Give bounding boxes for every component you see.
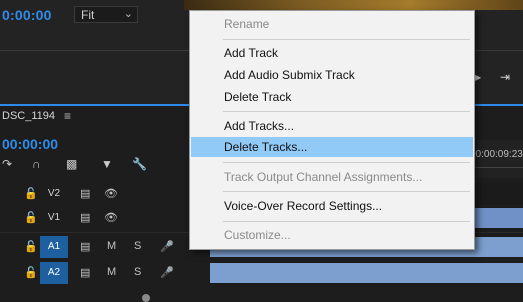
solo-button[interactable]: S	[134, 266, 141, 278]
track-label[interactable]: A2	[40, 262, 68, 284]
menu-item-rename: Rename	[224, 17, 270, 31]
linked-selection-icon[interactable]: ▩	[66, 157, 77, 171]
track-context-menu: Rename Add Track Add Audio Submix Track …	[189, 10, 475, 250]
track-header-a2[interactable]: 🔓 A2 ▤ M S 🎤	[0, 262, 210, 285]
menu-separator	[223, 191, 470, 192]
eye-icon[interactable]: 👁	[104, 187, 118, 200]
menu-item-customize: Customize...	[224, 228, 291, 242]
lock-icon[interactable]: 🔓	[24, 240, 38, 253]
solo-button[interactable]: S	[134, 240, 141, 252]
track-lane-a2[interactable]	[210, 262, 523, 284]
sync-lock-icon[interactable]: ▤	[80, 187, 90, 200]
go-to-end-icon[interactable]: ⇥	[500, 70, 510, 84]
sync-lock-icon[interactable]: ▤	[80, 211, 90, 224]
snap-magnet-icon[interactable]: ∩	[32, 157, 41, 171]
microphone-icon[interactable]: 🎤	[160, 266, 174, 279]
track-label[interactable]: V2	[40, 183, 68, 205]
menu-item-voice-over-record-settings[interactable]: Voice-Over Record Settings...	[191, 196, 473, 216]
chevron-down-icon: ⌄	[123, 8, 133, 20]
video-preview	[184, 0, 523, 10]
zoom-scroll-handle[interactable]	[142, 294, 150, 302]
menu-item-add-tracks[interactable]: Add Tracks...	[191, 116, 473, 136]
lock-icon[interactable]: 🔓	[24, 266, 38, 279]
track-header-v2[interactable]: 🔓 V2 ▤ 👁	[0, 183, 210, 206]
menu-separator	[223, 39, 470, 40]
mute-button[interactable]: M	[107, 266, 116, 278]
program-timecode[interactable]: 0:00:00	[2, 7, 52, 23]
ruler-time-label: 00:00:09:23	[470, 149, 523, 160]
microphone-icon[interactable]: 🎤	[160, 240, 174, 253]
menu-separator	[223, 111, 470, 112]
add-marker-icon[interactable]: ▼	[101, 157, 113, 171]
audio-clip[interactable]	[210, 263, 523, 283]
menu-item-add-audio-submix-track[interactable]: Add Audio Submix Track	[191, 65, 473, 85]
sync-lock-icon[interactable]: ▤	[80, 266, 90, 279]
timeline-timecode[interactable]: 00:00:00	[2, 136, 58, 152]
menu-item-delete-track[interactable]: Delete Track	[191, 87, 473, 107]
eye-icon[interactable]: 👁	[104, 211, 118, 224]
track-label[interactable]: V1	[40, 207, 68, 229]
track-header-v1[interactable]: 🔓 V1 ▤ 👁	[0, 207, 210, 230]
track-label[interactable]: A1	[40, 236, 68, 258]
menu-item-delete-tracks[interactable]: Delete Tracks...	[191, 137, 473, 157]
lock-icon[interactable]: 🔓	[24, 187, 38, 200]
menu-item-track-output-channel-assignments: Track Output Channel Assignments...	[224, 170, 423, 184]
insert-overwrite-icon[interactable]: ↷	[2, 157, 12, 171]
sequence-tab[interactable]: DSC_1194	[2, 110, 55, 122]
menu-item-add-track[interactable]: Add Track	[191, 43, 473, 63]
zoom-select[interactable]: Fit ⌄	[74, 6, 138, 23]
lock-icon[interactable]: 🔓	[24, 211, 38, 224]
sync-lock-icon[interactable]: ▤	[80, 240, 90, 253]
menu-separator	[223, 162, 470, 163]
panel-menu-icon[interactable]: ≡	[64, 109, 71, 123]
video-clip[interactable]	[472, 208, 523, 228]
zoom-select-value: Fit	[81, 8, 95, 22]
mute-button[interactable]: M	[107, 240, 116, 252]
menu-separator	[223, 221, 470, 222]
wrench-icon[interactable]: 🔧	[132, 157, 147, 171]
track-header-a1[interactable]: 🔓 A1 ▤ M S 🎤	[0, 236, 210, 259]
